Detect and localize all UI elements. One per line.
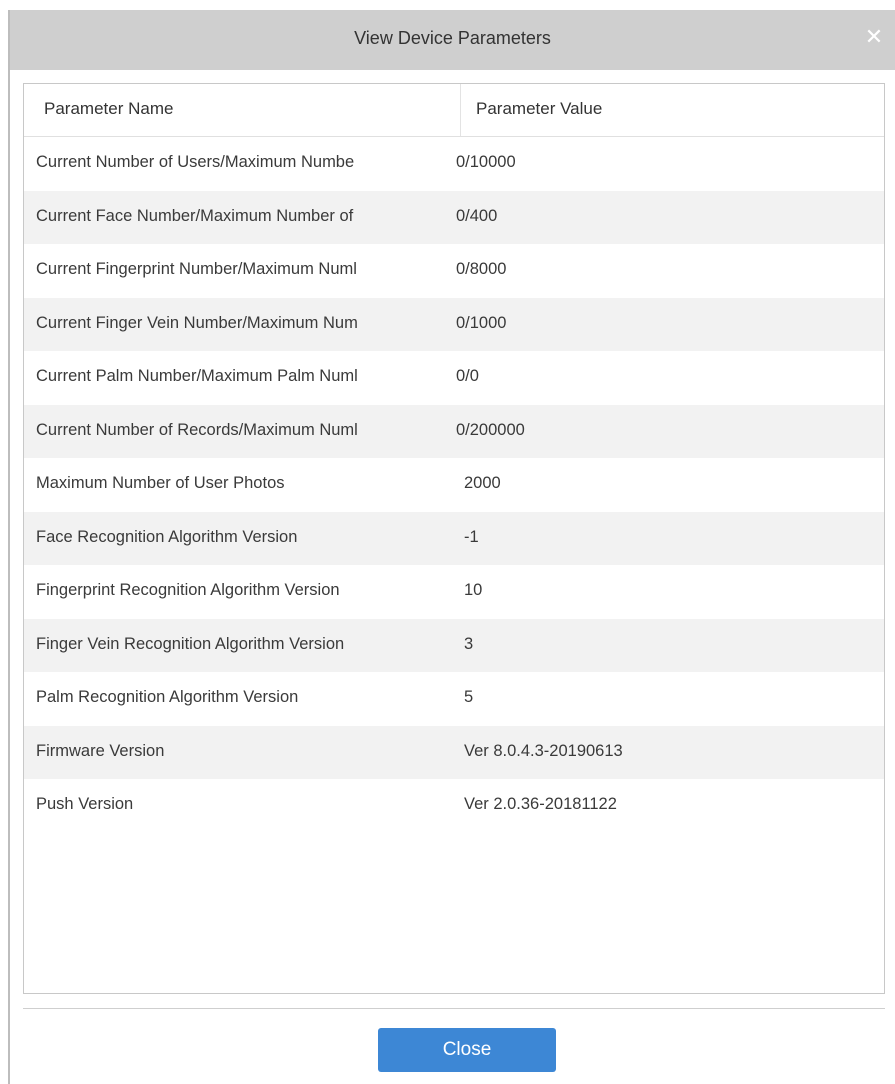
parameter-name: Current Number of Users/Maximum Numbe [36,153,355,171]
parameter-value: 0/8000 [456,260,507,278]
parameter-value: Ver 8.0.4.3-20190613 [464,741,623,760]
parameter-name: Current Fingerprint Number/Maximum Numl [36,260,357,278]
table-row: Finger Vein Recognition Algorithm Versio… [24,618,884,672]
table-row: Firmware Version Ver 8.0.4.3-20190613 [24,725,884,779]
parameter-value: Ver 2.0.36-20181122 [464,795,617,813]
column-header-parameter-value: Parameter Value [476,99,603,118]
column-divider [460,84,461,136]
table-row: Palm Recognition Algorithm Version 5 [24,672,884,726]
footer-divider [23,1008,885,1009]
parameter-name: Push Version [36,795,134,813]
table-row: Face Recognition Algorithm Version -1 [24,511,884,565]
table-header: Parameter Name Parameter Value [24,84,884,137]
parameter-name: Face Recognition Algorithm Version [36,527,298,546]
column-header-parameter-name: Parameter Name [44,99,174,118]
table-row: Current Palm Number/Maximum Palm Numl 0/… [24,351,884,405]
parameter-name: Current Number of Records/Maximum Numl [36,420,358,439]
table-row: Current Fingerprint Number/Maximum Numl … [24,244,884,298]
parameter-value: 10 [464,581,483,599]
table-row: Current Number of Users/Maximum Numbe 0/… [24,137,884,191]
dialog-titlebar: View Device Parameters ✕ [10,10,895,70]
table-row: Current Finger Vein Number/Maximum Num 0… [24,297,884,351]
parameter-name: Current Palm Number/Maximum Palm Numl [36,367,358,385]
parameter-value: 0/0 [456,367,479,385]
table-row: Fingerprint Recognition Algorithm Versio… [24,565,884,619]
parameter-name: Current Face Number/Maximum Number of [36,206,354,225]
close-button[interactable]: Close [378,1028,556,1072]
view-device-parameters-dialog: View Device Parameters ✕ Parameter Name … [8,10,895,1084]
table-row: Current Number of Records/Maximum Numl 0… [24,404,884,458]
parameter-name: Finger Vein Recognition Algorithm Versio… [36,634,345,653]
parameters-table: Parameter Name Parameter Value Current N… [23,83,885,994]
parameter-value: 0/10000 [456,153,516,171]
parameter-name: Current Finger Vein Number/Maximum Num [36,313,358,332]
parameter-name: Palm Recognition Algorithm Version [36,688,299,706]
parameter-name: Firmware Version [36,741,165,760]
dialog-title: View Device Parameters [354,28,551,48]
parameter-value: 3 [464,634,474,653]
parameter-name: Fingerprint Recognition Algorithm Versio… [36,581,340,599]
parameter-value: 0/200000 [456,420,525,439]
table-row: Current Face Number/Maximum Number of 0/… [24,190,884,244]
parameter-value: 0/400 [456,206,498,225]
table-row: Maximum Number of User Photos 2000 [24,458,884,512]
parameter-value: 5 [464,688,474,706]
parameter-name: Maximum Number of User Photos [36,474,285,492]
table-row: Push Version Ver 2.0.36-20181122 [24,779,884,833]
parameter-value: 2000 [464,474,501,492]
parameter-value: 0/1000 [456,313,507,332]
table-body: Current Number of Users/Maximum Numbe 0/… [24,137,884,833]
parameter-value: -1 [464,527,479,546]
close-icon[interactable]: ✕ [863,26,885,48]
